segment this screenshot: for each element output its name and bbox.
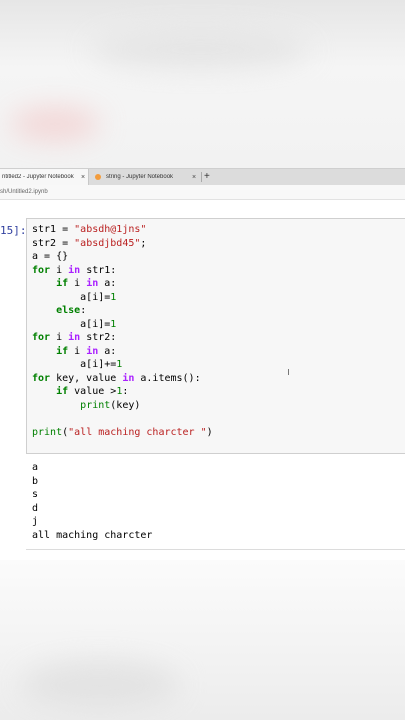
- code-line: str2 = "absdjbd45";: [32, 237, 147, 249]
- output-line: j: [32, 516, 39, 527]
- tab-title: ntitled2 - Jupyter Notebook: [2, 174, 74, 180]
- tab-separator: [201, 172, 202, 182]
- address-bar[interactable]: sh/Untitled2.ipynb: [0, 185, 405, 200]
- tab-close-icon[interactable]: ×: [78, 174, 88, 181]
- code-line: if value >1:: [56, 386, 129, 397]
- tab-string[interactable]: string - Jupyter Notebook ×: [89, 169, 199, 185]
- code-line: if i in a:: [56, 278, 117, 289]
- code-line: print("all maching charcter "): [32, 426, 213, 438]
- new-tab-button[interactable]: +: [204, 169, 210, 185]
- address-text: sh/Untitled2.ipynb: [0, 189, 48, 195]
- tab-untitled2[interactable]: ntitled2 - Jupyter Notebook ×: [0, 169, 89, 185]
- code-line: print(key): [80, 399, 141, 411]
- code-block[interactable]: str1 = "absdh@1jns" str2 = "absdjbd45"; …: [32, 223, 213, 439]
- output-line: all maching charcter: [32, 529, 153, 541]
- output-line: s: [32, 489, 39, 500]
- code-line: for i in str2:: [32, 332, 117, 343]
- cell-prompt: 15]:: [0, 224, 27, 237]
- code-line: if i in a:: [56, 345, 117, 357]
- output-line: d: [32, 502, 39, 514]
- code-line: a = {}: [32, 251, 69, 262]
- browser-tab-bar: ntitled2 - Jupyter Notebook × string - J…: [0, 168, 405, 186]
- text-cursor-icon: [288, 369, 289, 375]
- code-line: else:: [56, 305, 87, 316]
- tab-close-icon[interactable]: ×: [189, 174, 199, 181]
- cell-divider: [26, 549, 405, 550]
- blurred-bottom-region: [0, 560, 405, 720]
- code-line: a[i]+=1: [32, 359, 123, 370]
- output-line: a: [32, 462, 39, 473]
- cell-output: a b s d j all maching charcter: [32, 461, 152, 542]
- blurred-top-region: [0, 0, 405, 168]
- code-line: str1 = "absdh@1jns": [32, 224, 147, 235]
- code-line: a[i]=1: [32, 291, 117, 303]
- blur-shape: [20, 660, 180, 710]
- code-line: for i in str1:: [32, 264, 117, 276]
- jupyter-favicon-icon: [95, 174, 101, 180]
- code-line: a[i]=1: [32, 318, 117, 330]
- tab-title: string - Jupyter Notebook: [106, 174, 174, 180]
- blur-shape: [90, 30, 310, 70]
- code-line: for key, value in a.items():: [32, 372, 201, 384]
- output-line: b: [32, 475, 39, 487]
- blur-shape: [10, 108, 100, 140]
